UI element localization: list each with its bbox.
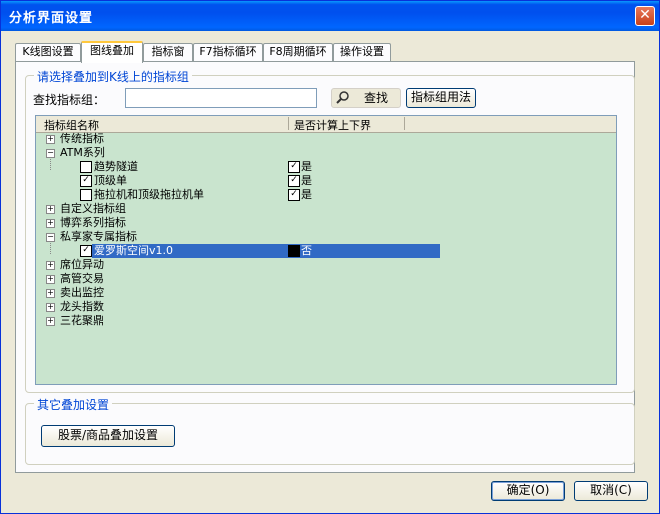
row-checkbox[interactable]: ✓ xyxy=(80,245,92,257)
overlay-legend: 请选择叠加到K线上的指标组 xyxy=(34,68,192,85)
expand-icon[interactable]: + xyxy=(46,317,55,326)
tree-row[interactable]: ✓ 顶级单 ✓ 是 xyxy=(36,174,616,188)
usage-button[interactable]: 指标组用法 xyxy=(406,88,476,108)
row-label: 三花聚鼎 xyxy=(60,314,104,327)
row-label: 趋势隧道 xyxy=(94,160,138,173)
row-checkbox[interactable]: ✓ xyxy=(80,175,92,187)
stock-overlay-button[interactable]: 股票/商品叠加设置 xyxy=(41,425,175,447)
tree-row[interactable]: + 传统指标 xyxy=(36,132,616,146)
row-label: 博弈系列指标 xyxy=(60,216,126,229)
bounds-checkbox[interactable]: ✓ xyxy=(288,161,300,173)
collapse-icon[interactable]: − xyxy=(46,149,55,158)
bounds-checkbox[interactable]: ✓ xyxy=(288,175,300,187)
settings-dialog: 分析界面设置 ✕ K线图设置 图线叠加 指标窗 F7指标循环 F8周期循环 操作… xyxy=(0,0,660,514)
tree-row[interactable]: + 高管交易 xyxy=(36,272,616,286)
close-button[interactable]: ✕ xyxy=(635,6,655,26)
tree-row[interactable]: − ATM系列 xyxy=(36,146,616,160)
row-label: 传统指标 xyxy=(60,132,104,145)
title-bar[interactable]: 分析界面设置 ✕ xyxy=(1,1,659,31)
tab-indicator-window[interactable]: 指标窗 xyxy=(143,43,193,61)
tree-row[interactable]: + 自定义指标组 xyxy=(36,202,616,216)
row-label: 卖出监控 xyxy=(60,286,104,299)
bounds-value: 是 xyxy=(301,188,312,201)
row-label: 龙头指数 xyxy=(60,300,104,313)
row-label: 自定义指标组 xyxy=(60,202,126,215)
row-checkbox[interactable] xyxy=(80,189,92,201)
expand-icon[interactable]: + xyxy=(46,303,55,312)
indicator-group-list[interactable]: 指标组名称 是否计算上下界 + 传统指标 − ATM系列 趋势隧道 ✓ 是 ✓ … xyxy=(35,115,617,385)
other-legend: 其它叠加设置 xyxy=(34,396,113,413)
bounds-checkbox[interactable] xyxy=(288,245,300,257)
row-label: ATM系列 xyxy=(60,146,105,159)
search-button[interactable]: 查找 xyxy=(331,88,401,108)
expand-icon[interactable]: + xyxy=(46,205,55,214)
bounds-checkbox[interactable]: ✓ xyxy=(288,189,300,201)
tab-operation[interactable]: 操作设置 xyxy=(333,43,391,61)
tree-row[interactable]: + 席位异动 xyxy=(36,258,616,272)
search-input[interactable] xyxy=(125,88,317,108)
tab-kline-settings[interactable]: K线图设置 xyxy=(15,43,81,61)
row-label: 私享家专属指标 xyxy=(60,230,137,243)
cancel-button[interactable]: 取消(C) xyxy=(574,481,648,501)
expand-icon[interactable]: + xyxy=(46,289,55,298)
search-label: 查找指标组： xyxy=(33,93,106,107)
tree-row[interactable]: + 卖出监控 xyxy=(36,286,616,300)
row-checkbox[interactable] xyxy=(80,161,92,173)
tree-row[interactable]: − 私享家专属指标 xyxy=(36,230,616,244)
tab-f8-cycle[interactable]: F8周期循环 xyxy=(263,43,333,61)
tab-overlay[interactable]: 图线叠加 xyxy=(81,41,143,63)
close-icon: ✕ xyxy=(639,7,651,23)
row-label: 高管交易 xyxy=(60,272,104,285)
bounds-value: 是 xyxy=(301,160,312,173)
bounds-value: 是 xyxy=(301,174,312,187)
column-bounds[interactable]: 是否计算上下界 xyxy=(294,117,371,133)
tree-row-selected[interactable]: ✓ 爱罗斯空间v1.0 否 xyxy=(36,244,616,258)
search-button-label: 查找 xyxy=(364,91,389,105)
bounds-value: 否 xyxy=(301,244,312,257)
row-label: 拖拉机和顶级拖拉机单 xyxy=(94,188,204,201)
column-separator[interactable] xyxy=(404,117,405,130)
tree-row[interactable]: 趋势隧道 ✓ 是 xyxy=(36,160,616,174)
tree-row[interactable]: + 三花聚鼎 xyxy=(36,314,616,328)
row-label: 爱罗斯空间v1.0 xyxy=(94,244,174,257)
expand-icon[interactable]: + xyxy=(46,261,55,270)
list-header: 指标组名称 是否计算上下界 xyxy=(36,116,616,133)
search-icon xyxy=(336,90,350,109)
tree-row[interactable]: + 龙头指数 xyxy=(36,300,616,314)
column-name[interactable]: 指标组名称 xyxy=(44,117,99,133)
ok-button[interactable]: 确定(O) xyxy=(491,481,565,501)
row-label: 席位异动 xyxy=(60,258,104,271)
expand-icon[interactable]: + xyxy=(46,275,55,284)
tab-f7-cycle[interactable]: F7指标循环 xyxy=(193,43,263,61)
expand-icon[interactable]: + xyxy=(46,135,55,144)
row-label: 顶级单 xyxy=(94,174,127,187)
window-title: 分析界面设置 xyxy=(9,11,94,26)
tree-row[interactable]: + 博弈系列指标 xyxy=(36,216,616,230)
expand-icon[interactable]: + xyxy=(46,219,55,228)
collapse-icon[interactable]: − xyxy=(46,233,55,242)
column-separator[interactable] xyxy=(288,117,289,130)
tree-row[interactable]: 拖拉机和顶级拖拉机单 ✓ 是 xyxy=(36,188,616,202)
